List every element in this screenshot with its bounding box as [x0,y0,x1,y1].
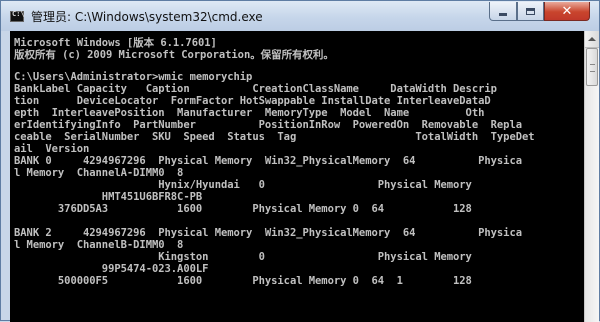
close-icon: ✕ [561,3,573,19]
console-line: BANK 0 4294967296 Physical Memory Win32_… [14,155,522,167]
console-line: 99P5474-023.A00LF [14,263,209,275]
minimize-button[interactable] [489,2,517,21]
console-icon: C:\ [10,10,25,22]
arrow-up-icon [588,37,596,41]
console-line: tion DeviceLocator FormFactor HotSwappab… [14,95,491,107]
console-line: ceable SerialNumber SKU Speed Status Tag… [14,131,535,143]
console-line: l Memory ChannelB-DIMM0 8 [14,239,184,251]
console-line: 376DD5A3 1600 Physical Memory 0 64 128 [14,203,472,215]
scroll-thumb[interactable] [586,48,598,86]
grip-icon [590,64,595,72]
title-bar[interactable]: C:\ 管理员: C:\Windows\system32\cmd.exe ✕ [1,1,599,31]
vertical-scrollbar[interactable] [584,31,599,322]
console-line: BANK 2 4294967296 Physical Memory Win32_… [14,227,522,239]
console-line: 版权所有 (c) 2009 Microsoft Corporation。保留所有… [14,49,334,61]
maximize-button[interactable] [517,2,544,21]
console-output[interactable]: Microsoft Windows [版本 6.1.7601] 版权所有 (c)… [10,31,584,322]
minimize-icon [499,12,507,16]
close-button[interactable]: ✕ [544,2,590,21]
console-line: 500000F5 1600 Physical Memory 0 64 1 128 [14,275,472,287]
console-line: erIdentifyingInfo PartNumber PositionInR… [14,119,522,131]
scroll-up-button[interactable] [585,31,599,48]
console-line: BankLabel Capacity Caption CreationClass… [14,83,497,95]
console-icon-glyph: C:\ [12,10,25,18]
cmd-window: C:\ 管理员: C:\Windows\system32\cmd.exe ✕ M… [0,0,600,322]
console-line: l Memory ChannelA-DIMM0 8 [14,167,184,179]
console-line: ail Version [14,143,90,155]
console-line: epth InterleavePosition Manufacturer Mem… [14,107,485,119]
console-line: Hynix/Hyundai 0 Physical Memory [14,179,472,191]
console-line: Kingston 0 Physical Memory [14,251,472,263]
console-line: HMT451U6BFR8C-PB [14,191,203,203]
console-line: C:\Users\Administrator>wmic memorychip [14,71,253,83]
window-title: 管理员: C:\Windows\system32\cmd.exe [31,10,263,24]
console-line: Microsoft Windows [版本 6.1.7601] [14,37,217,49]
maximize-icon [526,7,535,15]
